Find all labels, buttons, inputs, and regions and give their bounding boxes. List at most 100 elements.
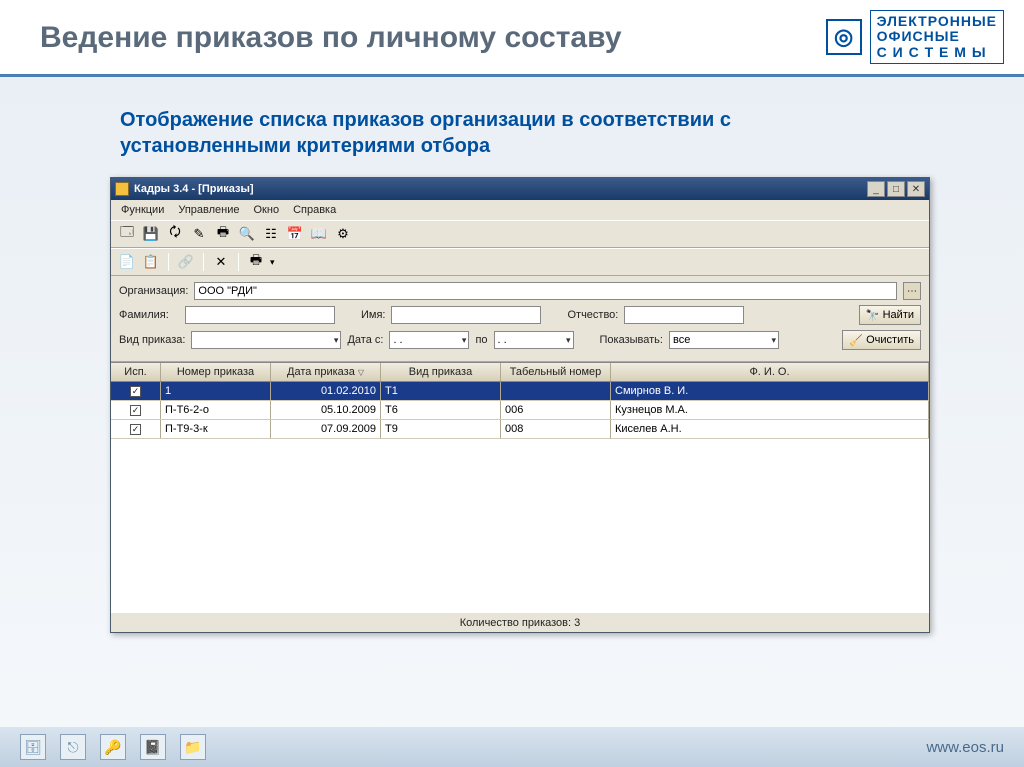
footer-key-icon: 🔑 [100,734,126,760]
eraser-icon: 🧹 [849,334,863,347]
col-tabnum[interactable]: Табельный номер [501,363,611,381]
brand-text: ЭЛЕКТРОННЫЕ ОФИСНЫЕ С И С Т Е М Ы [870,10,1004,64]
brand-logo-icon: ◎ [826,19,862,55]
tool-save-icon[interactable]: 💾 [141,224,161,244]
footer-url: www.eos.ru [926,739,1004,756]
cell-tab [501,382,611,400]
tool-settings-icon[interactable]: ⚙ [333,224,353,244]
cell-type: Т1 [381,382,501,400]
statusbar: Количество приказов: 3 [111,612,929,632]
show-value: все [673,334,690,346]
find-button-label: Найти [883,309,914,321]
middlename-input[interactable] [624,306,744,324]
tool-copy-icon[interactable]: 📋 [141,252,161,272]
footer-cabinet-icon: 🗄 [20,734,46,760]
slide-subtitle: Отображение списка приказов организации … [120,107,904,159]
close-button[interactable]: ✕ [907,181,925,197]
label-organization: Организация: [119,285,188,297]
cell-fio: Киселев А.Н. [611,420,929,438]
menu-functions[interactable]: Функции [115,202,170,218]
cell-fio: Кузнецов М.А. [611,401,929,419]
cell-fio: Смирнов В. И. [611,382,929,400]
tool-book-icon[interactable]: 📖 [309,224,329,244]
cell-number: П-Т9-3-к [161,420,271,438]
window-title: Кадры 3.4 - [Приказы] [134,183,865,195]
firstname-input[interactable] [391,306,541,324]
tool-edit-icon[interactable]: ✎ [189,224,209,244]
label-dateto: по [475,334,487,346]
col-executed[interactable]: Исп. [111,363,161,381]
cell-date: 07.09.2009 [271,420,381,438]
clear-button[interactable]: 🧹 Очистить [842,330,921,350]
organization-lookup-button[interactable]: ⋯ [903,282,921,300]
cell-tab: 006 [501,401,611,419]
datefrom-value: . . [393,334,402,346]
ordertype-dropdown[interactable] [191,331,341,349]
row-checkbox[interactable]: ✓ [130,386,141,397]
tool-delete-icon[interactable]: ✕ [211,252,231,272]
menu-window[interactable]: Окно [248,202,286,218]
table-row[interactable]: ✓ 1 01.02.2010 Т1 Смирнов В. И. [111,382,929,401]
separator [168,253,169,271]
status-text: Количество приказов: 3 [460,617,581,629]
cell-number: П-Т6-2-о [161,401,271,419]
dateto-dropdown[interactable]: . . [494,331,574,349]
show-dropdown[interactable]: все [669,331,779,349]
brand-line3: С И С Т Е М Ы [877,45,997,60]
col-fio[interactable]: Ф. И. О. [611,363,929,381]
table-row[interactable]: ✓ П-Т6-2-о 05.10.2009 Т6 006 Кузнецов М.… [111,401,929,420]
menu-management[interactable]: Управление [172,202,245,218]
tool-card-icon[interactable]: 🗔 [117,224,137,244]
dropdown-arrow-icon[interactable]: ▾ [270,257,275,268]
tool-search-icon[interactable]: 🔍 [237,224,257,244]
col-number[interactable]: Номер приказа [161,363,271,381]
minimize-button[interactable]: _ [867,181,885,197]
col-type[interactable]: Вид приказа [381,363,501,381]
label-datefrom: Дата с: [347,334,383,346]
organization-input[interactable] [194,282,897,300]
tool-print2-icon[interactable]: 🖶 [246,252,266,272]
label-ordertype: Вид приказа: [119,334,185,346]
lastname-input[interactable] [185,306,335,324]
datefrom-dropdown[interactable]: . . [389,331,469,349]
tool-new-icon[interactable]: 📄 [117,252,137,272]
sort-desc-icon: ▽ [358,368,364,377]
brand-block: ◎ ЭЛЕКТРОННЫЕ ОФИСНЫЕ С И С Т Е М Ы [826,10,1004,64]
footer-icons: 🗄 ⎋ 🔑 📓 📁 [20,734,206,760]
separator [203,253,204,271]
cell-number: 1 [161,382,271,400]
footer-tree-icon: ⎋ [60,734,86,760]
brand-line2: ОФИСНЫЕ [877,29,997,44]
tool-link-icon[interactable]: 🔗 [176,252,196,272]
cell-date: 01.02.2010 [271,382,381,400]
dateto-value: . . [498,334,507,346]
tool-calendar-icon[interactable]: 📅 [285,224,305,244]
slide-footer: 🗄 ⎋ 🔑 📓 📁 www.eos.ru [0,727,1024,767]
tool-list-icon[interactable]: ☷ [261,224,281,244]
cell-date: 05.10.2009 [271,401,381,419]
brand-line1: ЭЛЕКТРОННЫЕ [877,14,997,29]
label-show: Показывать: [600,334,663,346]
filter-panel: Организация: ⋯ Фамилия: Имя: Отчество: 🔭… [111,276,929,362]
col-date[interactable]: Дата приказа▽ [271,363,381,381]
footer-folder-icon: 📁 [180,734,206,760]
tool-refresh-icon[interactable]: 🗘 [165,224,185,244]
find-button[interactable]: 🔭 Найти [859,305,921,325]
label-lastname: Фамилия: [119,309,179,321]
binoculars-icon: 🔭 [866,309,880,322]
orders-grid: Исп. Номер приказа Дата приказа▽ Вид при… [111,362,929,612]
row-checkbox[interactable]: ✓ [130,405,141,416]
maximize-button[interactable]: □ [887,181,905,197]
label-middlename: Отчество: [567,309,618,321]
label-firstname: Имя: [361,309,385,321]
menu-help[interactable]: Справка [287,202,342,218]
separator [238,253,239,271]
table-row[interactable]: ✓ П-Т9-3-к 07.09.2009 Т9 008 Киселев А.Н… [111,420,929,439]
row-checkbox[interactable]: ✓ [130,424,141,435]
titlebar[interactable]: Кадры 3.4 - [Приказы] _ □ ✕ [111,178,929,200]
cell-type: Т9 [381,420,501,438]
cell-tab: 008 [501,420,611,438]
slide-header: Ведение приказов по личному составу ◎ ЭЛ… [0,0,1024,77]
tool-print-icon[interactable]: 🖶 [213,224,233,244]
slide-title: Ведение приказов по личному составу [40,21,622,54]
